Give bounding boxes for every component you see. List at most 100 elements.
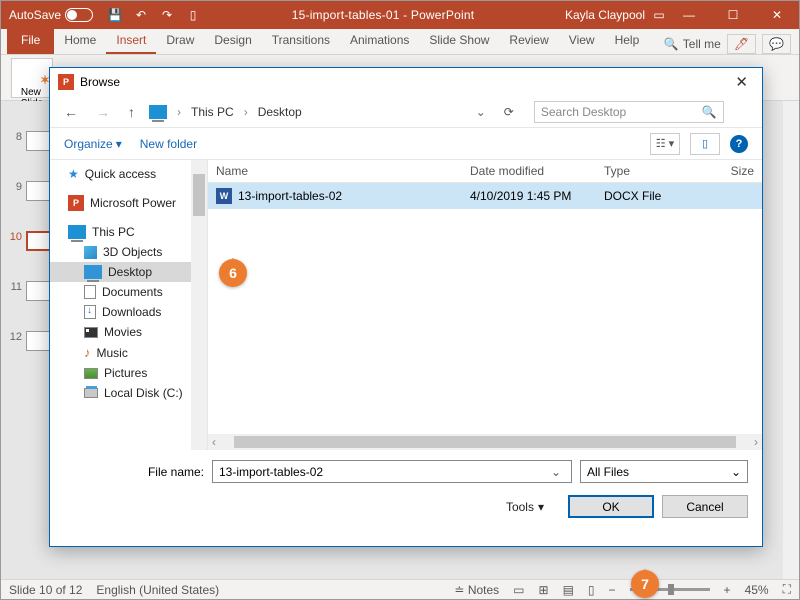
organize-menu[interactable]: Organize ▾	[64, 137, 122, 151]
fit-to-window-icon[interactable]: ⛶	[783, 582, 791, 597]
back-button[interactable]: ←	[60, 102, 82, 122]
autosave-toggle[interactable]: AutoSave	[9, 8, 93, 22]
dialog-close-button[interactable]: ✕	[729, 73, 754, 91]
downloads-icon	[84, 305, 96, 319]
ribbon-options-icon[interactable]: ▭	[651, 7, 667, 23]
address-dropdown[interactable]: ⌄	[472, 105, 490, 119]
tree-local-disk[interactable]: Local Disk (C:)	[50, 383, 207, 403]
comments-button[interactable]: 💬	[762, 34, 791, 54]
maximize-button[interactable]: ☐	[711, 1, 755, 29]
reading-view-icon[interactable]: ▤	[563, 583, 574, 597]
tell-me-search[interactable]: 🔍Tell me	[664, 37, 721, 51]
star-icon: ★	[68, 167, 79, 181]
slide-indicator[interactable]: Slide 10 of 12	[9, 583, 82, 597]
tree-desktop[interactable]: Desktop	[50, 262, 207, 282]
tab-help[interactable]: Help	[605, 28, 650, 54]
file-row[interactable]: W13-import-tables-02 4/10/2019 1:45 PM D…	[208, 183, 762, 209]
chevron-down-icon[interactable]: ⌄	[547, 465, 565, 479]
close-button[interactable]: ✕	[755, 1, 799, 29]
tab-design[interactable]: Design	[204, 28, 261, 54]
chevron-right-icon[interactable]: ›	[244, 105, 248, 119]
tab-view[interactable]: View	[559, 28, 605, 54]
notes-button[interactable]: ≐ Notes	[454, 583, 499, 597]
col-size[interactable]: Size	[714, 164, 754, 178]
new-slide-button[interactable]: ✶ New Slide	[11, 58, 53, 98]
forward-button: →	[92, 102, 114, 122]
slideshow-view-icon[interactable]: ▯	[588, 583, 595, 597]
tab-file[interactable]: File	[7, 28, 54, 54]
tree-pictures[interactable]: Pictures	[50, 363, 207, 383]
file-filter-dropdown[interactable]: All Files⌄	[580, 460, 748, 483]
breadcrumb-thispc[interactable]: This PC	[191, 105, 234, 119]
powerpoint-icon: P	[58, 74, 74, 90]
tab-animations[interactable]: Animations	[340, 28, 419, 54]
filename-label: File name:	[64, 465, 204, 479]
chevron-down-icon: ⌄	[731, 465, 741, 479]
dialog-nav-bar: ← → ↑ › This PC › Desktop ⌄ ⟳ Search Des…	[50, 96, 762, 128]
pictures-icon	[84, 368, 98, 379]
status-bar: Slide 10 of 12 English (United States) ≐…	[1, 579, 799, 599]
word-icon: W	[216, 188, 232, 204]
ok-button[interactable]: OK	[568, 495, 654, 518]
tree-music[interactable]: ♪Music	[50, 342, 207, 363]
tree-scrollbar[interactable]	[191, 160, 207, 450]
documents-icon	[84, 285, 96, 299]
ribbon-tabs: File Home Insert Draw Design Transitions…	[1, 29, 799, 55]
preview-pane-button[interactable]: ▯	[690, 133, 720, 155]
col-name[interactable]: Name	[216, 164, 470, 178]
title-bar: AutoSave 💾 ↶ ↷ ▯ 15-import-tables-01 - P…	[1, 1, 799, 29]
minimize-button[interactable]: —	[667, 1, 711, 29]
col-type[interactable]: Type	[604, 164, 714, 178]
tree-3d-objects[interactable]: 3D Objects	[50, 242, 207, 262]
tree-movies[interactable]: Movies	[50, 322, 207, 342]
file-list: Name Date modified Type Size W13-import-…	[208, 160, 762, 450]
file-list-h-scrollbar[interactable]: ‹›	[208, 434, 762, 450]
chevron-right-icon[interactable]: ›	[177, 105, 181, 119]
up-button[interactable]: ↑	[124, 102, 139, 122]
share-button[interactable]: 🖊	[727, 34, 756, 54]
toggle-off-icon[interactable]	[65, 8, 93, 22]
zoom-out-button[interactable]: −	[609, 583, 616, 597]
tree-ms-powerpoint[interactable]: PMicrosoft Power	[50, 192, 207, 214]
document-title: 15-import-tables-01 - PowerPoint	[201, 8, 565, 22]
dialog-toolbar: Organize ▾ New folder ☷ ▾ ▯ ?	[50, 128, 762, 160]
sorter-view-icon[interactable]: ⊞	[539, 583, 549, 597]
tree-downloads[interactable]: Downloads	[50, 302, 207, 322]
col-date[interactable]: Date modified	[470, 164, 604, 178]
undo-icon[interactable]: ↶	[133, 7, 149, 23]
tree-documents[interactable]: Documents	[50, 282, 207, 302]
redo-icon[interactable]: ↷	[159, 7, 175, 23]
tab-insert[interactable]: Insert	[106, 28, 156, 54]
normal-view-icon[interactable]: ▭	[513, 583, 524, 597]
browse-dialog: P Browse ✕ ← → ↑ › This PC › Desktop ⌄ ⟳…	[49, 67, 763, 547]
breadcrumb-desktop[interactable]: Desktop	[258, 105, 302, 119]
refresh-button[interactable]: ⟳	[500, 105, 518, 119]
zoom-in-button[interactable]: +	[724, 583, 731, 597]
start-slideshow-icon[interactable]: ▯	[185, 7, 201, 23]
tab-draw[interactable]: Draw	[156, 28, 204, 54]
chevron-down-icon: ▾	[116, 137, 122, 151]
cancel-button[interactable]: Cancel	[662, 495, 748, 518]
tree-this-pc[interactable]: This PC	[50, 222, 207, 242]
zoom-level[interactable]: 45%	[745, 583, 769, 597]
chevron-down-icon: ▾	[538, 500, 544, 514]
tab-home[interactable]: Home	[54, 28, 106, 54]
view-options-button[interactable]: ☷ ▾	[650, 133, 680, 155]
help-icon[interactable]: ?	[730, 135, 748, 153]
tree-quick-access[interactable]: ★Quick access	[50, 164, 207, 184]
filename-input[interactable]: 13-import-tables-02⌄	[212, 460, 572, 483]
language-indicator[interactable]: English (United States)	[96, 583, 219, 597]
tab-transitions[interactable]: Transitions	[262, 28, 340, 54]
movies-icon	[84, 327, 98, 338]
file-list-header[interactable]: Name Date modified Type Size	[208, 160, 762, 183]
disk-icon	[84, 388, 98, 398]
tab-review[interactable]: Review	[499, 28, 558, 54]
search-input[interactable]: Search Desktop 🔍	[534, 101, 724, 123]
dialog-bottom: File name: 13-import-tables-02⌄ All File…	[50, 450, 762, 530]
vertical-scrollbar[interactable]	[783, 101, 799, 579]
save-icon[interactable]: 💾	[107, 7, 123, 23]
new-folder-button[interactable]: New folder	[140, 137, 197, 151]
tab-slideshow[interactable]: Slide Show	[419, 28, 499, 54]
tools-menu[interactable]: Tools▾	[506, 500, 544, 514]
user-name[interactable]: Kayla Claypool	[565, 8, 645, 22]
